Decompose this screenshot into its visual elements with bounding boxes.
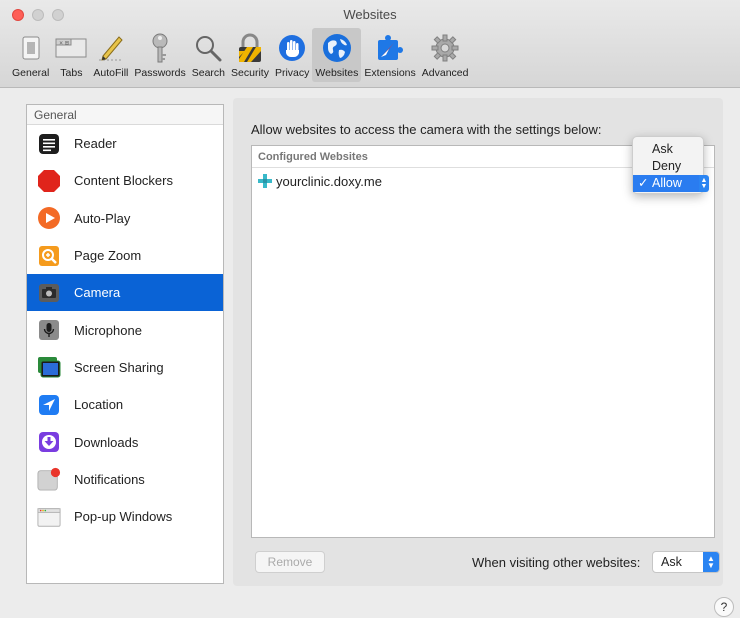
websites-pane: General Reader Content Blockers Auto-Pla…: [26, 98, 734, 588]
website-name: yourclinic.doxy.me: [276, 173, 382, 189]
sidebar-item-auto-play[interactable]: Auto-Play: [27, 200, 223, 237]
sidebar-item-content-blockers[interactable]: Content Blockers: [27, 162, 223, 199]
notification-badge-icon: [37, 467, 61, 491]
menu-item-allow[interactable]: ✓ Allow ▲ ▼: [633, 175, 709, 192]
puzzle-icon: [374, 32, 406, 64]
key-icon: [144, 32, 176, 64]
sidebar-item-camera[interactable]: Camera: [27, 274, 223, 312]
checkmark-icon: ✓: [638, 176, 649, 190]
sidebar-item-microphone-label: Microphone: [74, 322, 142, 338]
svg-text:× ⊞: × ⊞: [59, 41, 69, 47]
sidebar-item-page-zoom-label: Page Zoom: [74, 248, 142, 264]
tab-advanced[interactable]: Advanced: [419, 28, 472, 82]
sidebar-item-downloads[interactable]: Downloads: [27, 423, 223, 460]
autofill-pencil-icon: [95, 32, 127, 64]
tab-general[interactable]: General: [9, 28, 52, 82]
play-icon: [37, 206, 61, 230]
tab-advanced-label: Advanced: [421, 67, 469, 79]
sidebar-header: General: [27, 105, 223, 125]
panel-description: Allow websites to access the camera with…: [251, 122, 602, 137]
tab-websites[interactable]: Websites: [312, 28, 362, 82]
sidebar-item-auto-play-label: Auto-Play: [74, 210, 131, 226]
other-websites-select[interactable]: Ask ▲ ▼: [652, 551, 720, 573]
sidebar-item-location[interactable]: Location: [27, 386, 223, 423]
sidebar-item-notifications-label: Notifications: [74, 471, 145, 487]
tabs-icon: × ⊞: [55, 32, 87, 64]
stop-sign-icon: [37, 169, 61, 193]
microphone-icon: [37, 318, 61, 342]
sidebar-item-microphone[interactable]: Microphone: [27, 311, 223, 348]
tab-tabs[interactable]: × ⊞ Tabs: [52, 28, 90, 82]
tab-search-label: Search: [191, 67, 226, 79]
tab-privacy[interactable]: Privacy: [272, 28, 312, 82]
other-websites-value: Ask: [661, 555, 682, 569]
tab-privacy-label: Privacy: [274, 67, 310, 79]
preferences-toolbar: General × ⊞ Tabs AutoFill Passwords Sear…: [9, 28, 471, 82]
sidebar-item-screen-sharing[interactable]: Screen Sharing: [27, 349, 223, 386]
other-websites-label: When visiting other websites:: [472, 555, 641, 570]
tab-tabs-label: Tabs: [60, 67, 83, 79]
reader-icon: [37, 132, 61, 156]
sidebar-item-downloads-label: Downloads: [74, 434, 139, 450]
safari-preferences-window: Websites General × ⊞ Tabs AutoFill Passw…: [0, 0, 740, 618]
sidebar-item-content-blockers-label: Content Blockers: [74, 173, 173, 189]
sidebar-item-reader[interactable]: Reader: [27, 125, 223, 162]
globe-icon: [321, 32, 353, 64]
sidebar-item-screen-sharing-label: Screen Sharing: [74, 359, 164, 375]
chevron-updown-icon: ▲ ▼: [703, 552, 719, 572]
tab-autofill-label: AutoFill: [93, 67, 129, 79]
screen-sharing-icon: [37, 355, 61, 379]
tab-general-label: General: [12, 67, 50, 79]
sidebar-item-popup-windows-label: Pop-up Windows: [74, 509, 173, 525]
tab-passwords[interactable]: Passwords: [131, 28, 188, 82]
zoom-icon: [37, 244, 61, 268]
tab-search[interactable]: Search: [189, 28, 228, 82]
padlock-icon: [234, 32, 266, 64]
sidebar-item-popup-windows[interactable]: Pop-up Windows: [27, 498, 223, 535]
gear-icon: [429, 32, 461, 64]
tab-passwords-label: Passwords: [134, 67, 186, 79]
menu-item-deny[interactable]: Deny: [633, 158, 703, 175]
tab-websites-label: Websites: [315, 67, 359, 79]
sidebar-item-page-zoom[interactable]: Page Zoom: [27, 237, 223, 274]
tab-security[interactable]: Security: [228, 28, 272, 82]
tab-autofill[interactable]: AutoFill: [90, 28, 131, 82]
location-arrow-icon: [37, 393, 61, 417]
sidebar-item-reader-label: Reader: [74, 136, 117, 152]
window-title: Websites: [343, 7, 397, 22]
website-settings-sidebar: General Reader Content Blockers Auto-Pla…: [26, 104, 224, 584]
title-bar: Websites General × ⊞ Tabs AutoFill Passw…: [0, 0, 740, 88]
magnifier-icon: [192, 32, 224, 64]
tab-extensions-label: Extensions: [364, 67, 416, 79]
chevron-updown-icon: ▲ ▼: [699, 175, 709, 192]
tab-extensions[interactable]: Extensions: [361, 28, 418, 82]
download-icon: [37, 430, 61, 454]
popup-window-icon: [37, 505, 61, 529]
menu-item-ask[interactable]: Ask: [633, 141, 703, 158]
remove-button[interactable]: Remove: [255, 551, 325, 573]
sidebar-item-camera-label: Camera: [74, 285, 121, 301]
tab-security-label: Security: [231, 67, 269, 79]
sidebar-item-location-label: Location: [74, 397, 124, 413]
general-icon: [15, 32, 47, 64]
site-favicon-icon: [258, 174, 272, 188]
menu-item-allow-label: Allow: [652, 176, 682, 190]
sidebar-item-notifications[interactable]: Notifications: [27, 461, 223, 498]
permission-popup-menu: Ask Deny ✓ Allow ▲ ▼: [632, 136, 709, 194]
configured-websites-table: Configured Websites yourclinic.doxy.me: [251, 145, 715, 538]
help-button[interactable]: ?: [714, 597, 734, 617]
camera-icon: [37, 281, 61, 305]
hand-icon: [276, 32, 308, 64]
